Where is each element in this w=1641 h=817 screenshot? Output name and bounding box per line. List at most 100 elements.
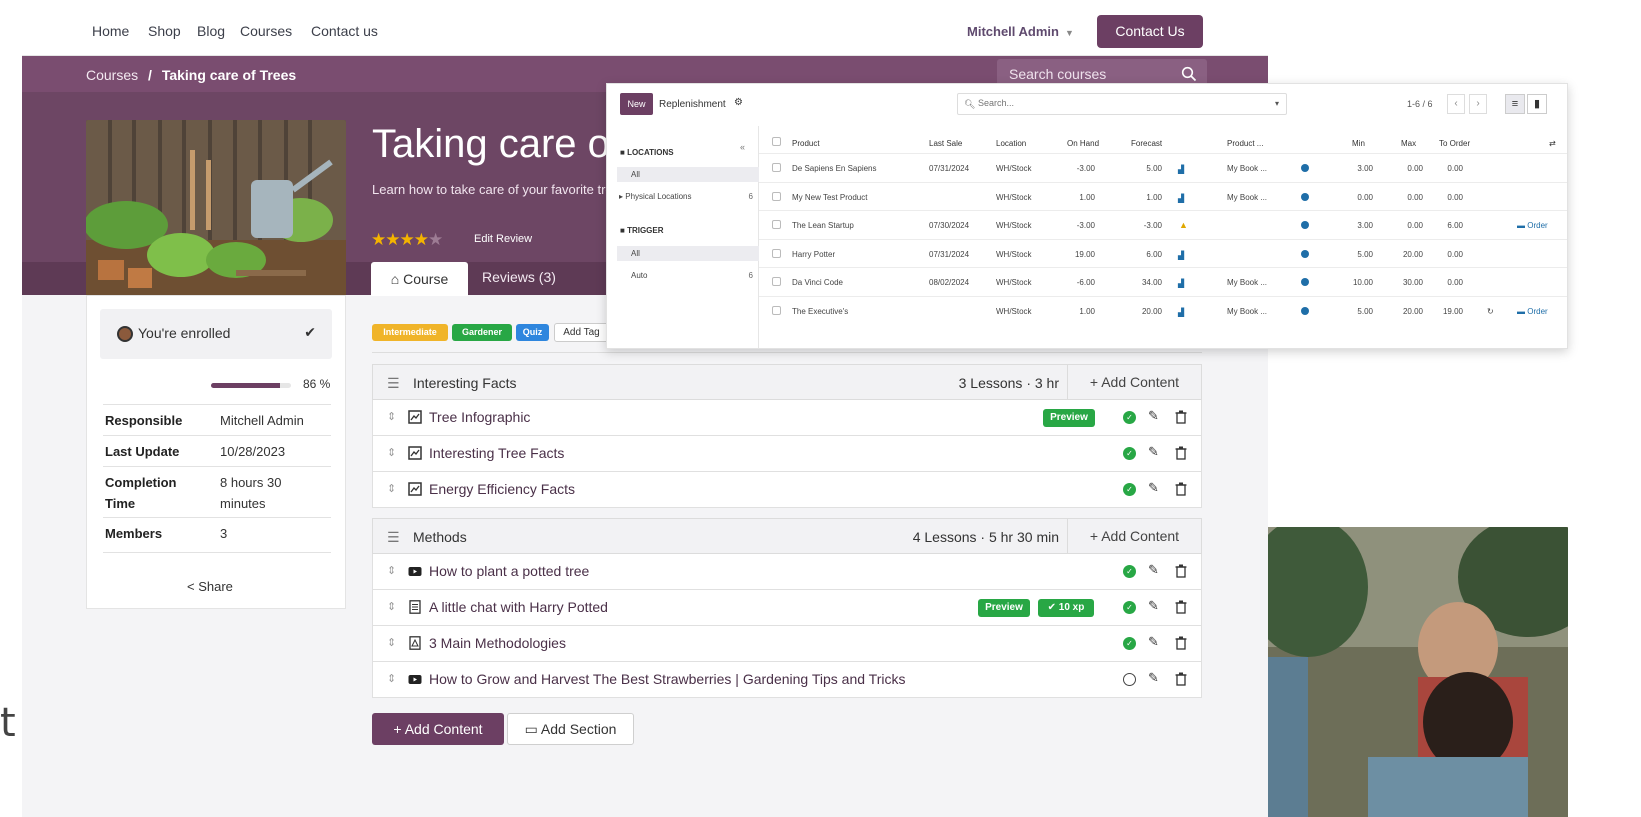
drag-handle-icon[interactable]: ☰ (387, 529, 400, 546)
lesson-title[interactable]: Tree Infographic (429, 409, 530, 425)
column-header[interactable]: Product (792, 139, 820, 148)
add-section-button[interactable]: ▭ Add Section (507, 713, 634, 745)
info-icon[interactable] (1301, 164, 1309, 172)
forecast-chart-icon[interactable]: ▟ (1178, 165, 1184, 174)
table-row[interactable]: Da Vinci Code 08/02/2024 WH/Stock -6.00 34.0… (759, 267, 1567, 295)
info-icon[interactable] (1301, 278, 1309, 286)
edit-review-link[interactable]: Edit Review (474, 233, 532, 245)
add-content-button[interactable]: + Add Content (372, 713, 504, 745)
completed-icon[interactable]: ✓ (1123, 411, 1136, 424)
pager-label[interactable]: 1-6 / 6 (1407, 99, 1433, 109)
lesson-title[interactable]: Energy Efficiency Facts (429, 481, 575, 497)
column-header[interactable]: To Order (1439, 139, 1470, 148)
pencil-icon[interactable]: ✎ (1148, 670, 1159, 686)
lesson-row[interactable]: ⇕ Tree Infographic Preview ✓ ✎ (372, 400, 1202, 436)
add-tag-button[interactable]: Add Tag (554, 323, 609, 342)
replenishment-search-input[interactable] (978, 98, 1218, 108)
info-icon[interactable] (1301, 249, 1309, 258)
nav-link-blog[interactable]: Blog (197, 23, 225, 39)
tag-badge[interactable]: Intermediate (372, 324, 448, 341)
lesson-title[interactable]: How to plant a potted tree (429, 563, 589, 579)
drag-handle-icon[interactable]: ☰ (387, 375, 400, 392)
tab-reviews[interactable]: Reviews (3) (482, 269, 556, 285)
column-header[interactable]: Product ... (1227, 139, 1263, 148)
sort-handle-icon[interactable]: ⇕ (387, 482, 396, 495)
snooze-icon[interactable]: ↻ (1487, 307, 1494, 316)
lesson-title[interactable]: Interesting Tree Facts (429, 445, 564, 461)
nav-link-shop[interactable]: Shop (148, 23, 181, 39)
lesson-row[interactable]: ⇕ A little chat with Harry Potted Previe… (372, 590, 1202, 626)
share-button[interactable]: < Share (187, 579, 233, 594)
pencil-icon[interactable]: ✎ (1148, 444, 1159, 460)
pencil-icon[interactable]: ✎ (1148, 562, 1159, 578)
breadcrumb-parent[interactable]: Courses (86, 67, 138, 83)
sort-handle-icon[interactable]: ⇕ (387, 636, 396, 649)
table-row[interactable]: My New Test Product WH/Stock 1.00 1.00 My Bo… (759, 181, 1567, 210)
order-button[interactable]: ▬ Order (1517, 307, 1548, 316)
section-add-content-button[interactable]: + Add Content (1067, 519, 1201, 553)
row-checkbox[interactable] (772, 163, 781, 172)
incomplete-icon[interactable] (1123, 673, 1136, 686)
trash-icon[interactable] (1175, 636, 1187, 650)
forecast-chart-icon[interactable]: ▟ (1178, 194, 1184, 203)
panel-item[interactable]: ▸ Physical Locations 6 (617, 189, 759, 204)
next-page-icon[interactable]: › (1469, 94, 1487, 114)
lesson-row[interactable]: ⇕ 3 Main Methodologies ✓ ✎ (372, 626, 1202, 662)
nav-link-courses[interactable]: Courses (240, 23, 292, 39)
trash-icon[interactable] (1175, 410, 1187, 424)
column-header[interactable]: Last Sale (929, 139, 962, 148)
nav-link-home[interactable]: Home (92, 23, 129, 39)
trash-icon[interactable] (1175, 672, 1187, 686)
pencil-icon[interactable]: ✎ (1148, 634, 1159, 650)
new-button[interactable]: New (620, 93, 653, 115)
forecast-chart-icon[interactable]: ▟ (1178, 308, 1184, 317)
course-search-input[interactable] (1009, 65, 1169, 83)
trash-icon[interactable] (1175, 446, 1187, 460)
completed-icon[interactable]: ✓ (1123, 637, 1136, 650)
sort-handle-icon[interactable]: ⇕ (387, 672, 396, 685)
gear-icon[interactable]: ⚙ (734, 97, 743, 108)
completed-icon[interactable]: ✓ (1123, 601, 1136, 614)
trash-icon[interactable] (1175, 482, 1187, 496)
tag-badge[interactable]: Gardener (452, 324, 512, 341)
lesson-row[interactable]: ⇕ Energy Efficiency Facts ✓ ✎ (372, 472, 1202, 508)
nav-link-contact[interactable]: Contact us (311, 23, 378, 39)
column-header[interactable]: Min (1352, 139, 1365, 148)
column-header[interactable]: Forecast (1131, 139, 1162, 148)
select-all-checkbox[interactable] (772, 137, 781, 146)
row-checkbox[interactable] (772, 277, 781, 286)
table-row[interactable]: The Lean Startup 07/30/2024 WH/Stock -3.00 -… (759, 210, 1567, 238)
tab-course[interactable]: ⌂ Course (371, 262, 468, 296)
pencil-icon[interactable]: ✎ (1148, 408, 1159, 424)
contact-us-button[interactable]: Contact Us (1097, 15, 1203, 48)
sort-handle-icon[interactable]: ⇕ (387, 410, 396, 423)
panel-item[interactable]: All (617, 167, 759, 182)
forecast-chart-icon[interactable]: ▟ (1178, 279, 1184, 288)
row-checkbox[interactable] (772, 220, 781, 229)
row-checkbox[interactable] (772, 191, 781, 201)
pencil-icon[interactable]: ✎ (1148, 480, 1159, 496)
user-menu[interactable]: Mitchell Admin ▼ (967, 24, 1074, 39)
panel-item[interactable]: Auto 6 (617, 268, 759, 283)
row-checkbox[interactable] (772, 248, 781, 258)
lesson-title[interactable]: 3 Main Methodologies (429, 635, 566, 651)
column-header[interactable]: On Hand (1067, 139, 1099, 148)
list-view-icon[interactable]: ≡ (1505, 94, 1525, 114)
order-button[interactable]: ▬ Order (1517, 221, 1548, 230)
info-icon[interactable] (1301, 306, 1309, 315)
completed-icon[interactable]: ✓ (1123, 447, 1136, 460)
section-add-content-button[interactable]: + Add Content (1067, 365, 1201, 399)
lesson-title[interactable]: A little chat with Harry Potted (429, 599, 608, 615)
collapse-icon[interactable]: « (740, 142, 745, 152)
column-settings-icon[interactable]: ⇄ (1549, 139, 1556, 148)
table-row[interactable]: The Executive's WH/Stock 1.00 20.00 My Book … (759, 295, 1567, 324)
column-header[interactable]: Location (996, 139, 1026, 148)
graph-view-icon[interactable]: ▮ (1527, 94, 1547, 114)
panel-item[interactable]: All (617, 246, 759, 261)
lesson-row[interactable]: ⇕ Interesting Tree Facts ✓ ✎ (372, 436, 1202, 472)
lesson-row[interactable]: ⇕ How to Grow and Harvest The Best Straw… (372, 662, 1202, 698)
row-checkbox[interactable] (772, 305, 781, 315)
column-header[interactable]: Max (1401, 139, 1416, 148)
info-icon[interactable] (1301, 192, 1309, 201)
sort-handle-icon[interactable]: ⇕ (387, 600, 396, 613)
